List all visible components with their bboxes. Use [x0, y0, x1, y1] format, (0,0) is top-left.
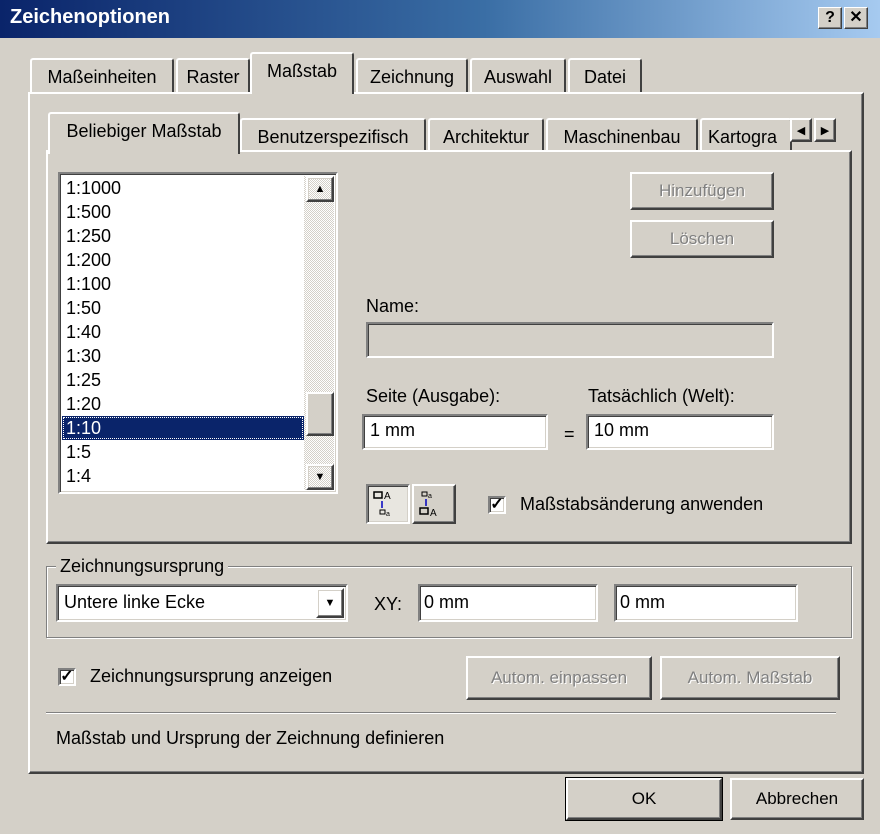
list-item[interactable]: 1:40	[62, 320, 304, 344]
tab-masseinheiten[interactable]: Maßeinheiten	[30, 58, 174, 94]
name-label: Name:	[366, 296, 420, 316]
cancel-button[interactable]: Abbrechen	[730, 778, 864, 820]
scale-direction-icon[interactable]: A a	[366, 484, 410, 524]
scale-list[interactable]: 1:1000 1:500 1:250 1:200 1:100 1:50 1:40…	[58, 172, 338, 494]
origin-x-field[interactable]: 0 mm	[418, 584, 598, 622]
apply-scale-checkbox[interactable]: ✓	[488, 496, 506, 514]
help-button[interactable]: ?	[818, 7, 842, 29]
list-item[interactable]: 1:1000	[62, 176, 304, 200]
scale-direction-reverse-icon[interactable]: a A	[412, 484, 456, 524]
tab-raster[interactable]: Raster	[176, 58, 250, 94]
status-text: Maßstab und Ursprung der Zeichnung defin…	[56, 728, 445, 748]
tab-datei[interactable]: Datei	[568, 58, 642, 94]
origin-corner-select[interactable]: Untere linke Ecke	[56, 584, 348, 622]
scale-direction-reverse-icon: a A	[419, 491, 437, 519]
autofit-button[interactable]: Autom. einpassen	[466, 656, 652, 700]
scroll-thumb[interactable]	[306, 392, 334, 436]
list-item[interactable]: 1:50	[62, 296, 304, 320]
add-button[interactable]: Hinzufügen	[630, 172, 774, 210]
list-item-selected[interactable]: 1:10	[62, 416, 304, 440]
list-item[interactable]: 1:25	[62, 368, 304, 392]
name-field[interactable]	[366, 322, 774, 358]
ok-button[interactable]: OK	[565, 777, 723, 821]
subtab-kartografie[interactable]: Kartogra	[700, 118, 792, 154]
list-item[interactable]: 1:250	[62, 224, 304, 248]
svg-text:a: a	[386, 511, 390, 518]
origin-y-field[interactable]: 0 mm	[614, 584, 798, 622]
chevron-down-icon[interactable]: ▼	[316, 588, 344, 618]
window-title: Zeichenoptionen	[10, 6, 170, 28]
list-item[interactable]: 1:20	[62, 392, 304, 416]
real-label: Tatsächlich (Welt):	[588, 386, 735, 406]
show-origin-checkbox[interactable]: ✓	[58, 668, 76, 686]
equals-sign: =	[564, 424, 575, 444]
scale-list-items: 1:1000 1:500 1:250 1:200 1:100 1:50 1:40…	[62, 176, 304, 490]
scale-direction-icon: A a	[373, 491, 391, 518]
page-value-field[interactable]: 1 mm	[362, 414, 548, 450]
svg-text:a: a	[428, 493, 432, 500]
list-item[interactable]: 1:200	[62, 248, 304, 272]
apply-scale-label: Maßstabsänderung anwenden	[520, 494, 764, 514]
tab-auswahl[interactable]: Auswahl	[470, 58, 566, 94]
subtab-beliebiger-massstab[interactable]: Beliebiger Maßstab	[48, 112, 240, 154]
tab-zeichnung[interactable]: Zeichnung	[356, 58, 468, 94]
list-item[interactable]: 1:5	[62, 440, 304, 464]
page-label: Seite (Ausgabe):	[366, 386, 501, 406]
list-scrollbar[interactable]	[304, 176, 334, 490]
delete-button[interactable]: Löschen	[630, 220, 774, 258]
tab-scroll-left-icon[interactable]: ◀	[790, 118, 812, 142]
subtab-benutzerspezifisch[interactable]: Benutzerspezifisch	[240, 118, 426, 154]
list-item[interactable]: 1:4	[62, 464, 304, 488]
close-button[interactable]: ✕	[844, 7, 868, 29]
scroll-down-icon[interactable]: ▼	[306, 464, 334, 490]
subtab-architektur[interactable]: Architektur	[428, 118, 544, 154]
xy-label: XY:	[374, 594, 403, 614]
svg-text:A: A	[384, 491, 391, 502]
subtab-maschinenbau[interactable]: Maschinenbau	[546, 118, 698, 154]
list-item[interactable]: 1:30	[62, 344, 304, 368]
origin-group-label: Zeichnungsursprung	[56, 556, 229, 577]
tab-scroll-right-icon[interactable]: ▶	[814, 118, 836, 142]
origin-corner-value: Untere linke Ecke	[64, 592, 206, 612]
separator	[46, 712, 836, 714]
real-value-field[interactable]: 10 mm	[586, 414, 774, 450]
tab-massstab[interactable]: Maßstab	[250, 52, 354, 94]
list-item[interactable]: 1:500	[62, 200, 304, 224]
svg-text:A: A	[430, 508, 437, 519]
scroll-up-icon[interactable]: ▲	[306, 176, 334, 202]
autoscale-button[interactable]: Autom. Maßstab	[660, 656, 840, 700]
list-item[interactable]: 1:100	[62, 272, 304, 296]
show-origin-label: Zeichnungsursprung anzeigen	[90, 666, 333, 686]
